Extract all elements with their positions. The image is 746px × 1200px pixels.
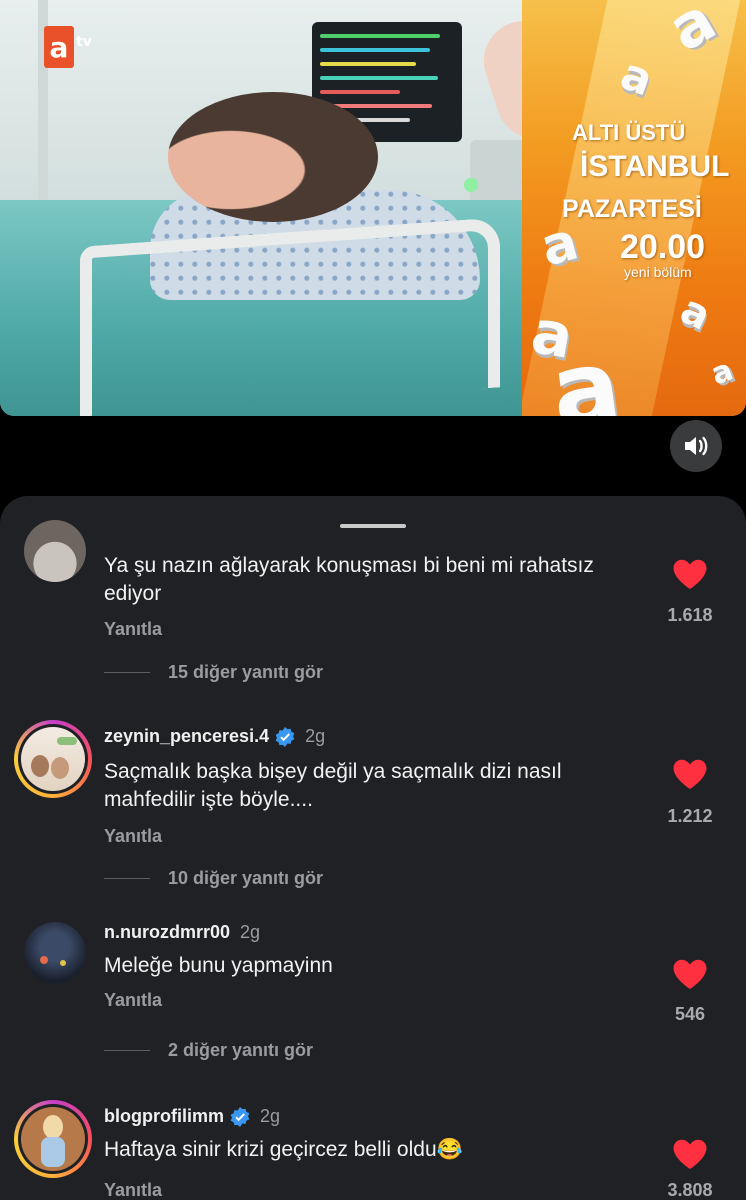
- comment-text: Saçmalık başka bişey değil ya saçmalık d…: [104, 760, 562, 811]
- username-link[interactable]: blogprofilimm: [104, 1106, 224, 1127]
- comments-sheet[interactable]: Ya şu nazın ağlayarak konuşması bi beni …: [0, 496, 746, 1200]
- promo-day: PAZARTESİ: [562, 195, 702, 223]
- channel-logo-suffix: tv: [76, 34, 92, 50]
- avatar[interactable]: [24, 922, 86, 984]
- channel-logo: a: [44, 26, 74, 68]
- promo-show-title-line1: ALTI ÜSTÜ: [572, 120, 686, 145]
- heart-icon[interactable]: [672, 758, 708, 790]
- username-link[interactable]: zeynin_penceresi.4: [104, 726, 269, 747]
- comment-time: 2g: [240, 922, 261, 942]
- promo-letter-decoration: a: [673, 286, 718, 340]
- reply-thread-line: [104, 878, 150, 879]
- like-count: 546: [674, 1004, 706, 1024]
- avatar[interactable]: [14, 720, 92, 798]
- promo-time: 20.00: [620, 228, 706, 266]
- verified-badge-icon: [230, 1106, 250, 1127]
- sheet-drag-handle[interactable]: [340, 524, 406, 528]
- comment-header: blogprofilimm 2g: [104, 1106, 280, 1127]
- like-count: 1.212: [667, 806, 713, 826]
- reply-button[interactable]: Yanıtla: [104, 1180, 162, 1200]
- view-more-replies[interactable]: 2 diğer yanıtı gör: [104, 1040, 313, 1061]
- view-more-replies[interactable]: 10 diğer yanıtı gör: [104, 868, 323, 889]
- username-link[interactable]: n.nurozdmrr00: [104, 922, 230, 943]
- video-player[interactable]: a tv a a a a a a a ALTI ÜSTÜ İSTANBUL PA…: [0, 0, 746, 416]
- comment-text: Meleğe bunu yapmayinn: [104, 954, 333, 977]
- avatar[interactable]: [14, 1100, 92, 1178]
- view-more-replies-label: 15 diğer yanıtı gör: [168, 662, 324, 682]
- comment-text: Haftaya sinir krizi geçircez belli oldu😂: [104, 1138, 463, 1161]
- patient-head: [168, 92, 378, 222]
- reply-button[interactable]: Yanıtla: [104, 619, 162, 640]
- comment-time: 2g: [260, 1106, 281, 1126]
- like-count: 3.808: [667, 1180, 713, 1200]
- comment-time: 2g: [305, 726, 326, 746]
- promo-panel: a a a a a a a ALTI ÜSTÜ İSTANBUL PAZARTE…: [522, 0, 746, 416]
- reply-thread-line: [104, 1050, 150, 1051]
- like-count: 1.618: [667, 605, 713, 625]
- comment-header: zeynin_penceresi.4 2g: [104, 726, 325, 747]
- comment-header: n.nurozdmrr00 2g: [104, 922, 260, 943]
- avatar[interactable]: [24, 520, 86, 582]
- view-more-replies[interactable]: 15 diğer yanıtı gör: [104, 662, 323, 683]
- promo-letter-decoration: a: [706, 352, 738, 393]
- promo-show-title-line2: İSTANBUL: [580, 150, 730, 183]
- view-more-replies-label: 2 diğer yanıtı gör: [168, 1040, 314, 1060]
- bed-rail: [80, 217, 500, 416]
- comment-text: Ya şu nazın ağlayarak konuşması bi beni …: [104, 554, 594, 605]
- heart-icon[interactable]: [672, 558, 708, 590]
- heart-icon[interactable]: [672, 958, 708, 990]
- heart-icon[interactable]: [672, 1138, 708, 1170]
- speaker-icon: [685, 436, 708, 456]
- sound-toggle-button[interactable]: [670, 420, 722, 472]
- promo-episode: yeni bölüm: [624, 264, 692, 280]
- reply-thread-line: [104, 672, 150, 673]
- view-more-replies-label: 10 diğer yanıtı gör: [168, 868, 324, 888]
- reply-button[interactable]: Yanıtla: [104, 990, 162, 1011]
- verified-badge-icon: [275, 726, 295, 747]
- reply-button[interactable]: Yanıtla: [104, 826, 162, 847]
